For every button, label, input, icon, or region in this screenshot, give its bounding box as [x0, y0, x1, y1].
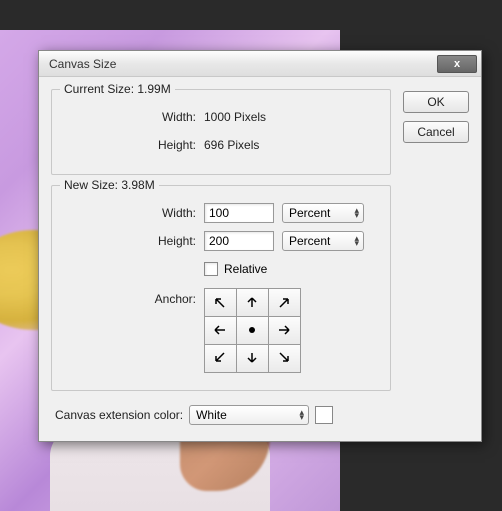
- anchor-se[interactable]: [268, 344, 301, 373]
- cancel-button[interactable]: Cancel: [403, 121, 469, 143]
- anchor-s[interactable]: [236, 344, 269, 373]
- anchor-center-icon: [243, 322, 261, 338]
- relative-label: Relative: [224, 262, 267, 276]
- anchor-label: Anchor:: [64, 288, 204, 306]
- dialog-titlebar[interactable]: Canvas Size x: [39, 51, 481, 77]
- dialog-title: Canvas Size: [49, 57, 437, 71]
- arrow-s-icon: [243, 350, 261, 366]
- new-size-group: New Size: 3.98M Width: Percent▴▾ Height:…: [51, 185, 391, 391]
- extension-color-select[interactable]: White▴▾: [189, 405, 309, 425]
- anchor-ne[interactable]: [268, 288, 301, 317]
- height-unit-select[interactable]: Percent▴▾: [282, 231, 364, 251]
- new-width-label: Width:: [64, 206, 204, 220]
- chevron-icon: ▴▾: [300, 410, 305, 420]
- anchor-grid: [204, 288, 300, 372]
- anchor-sw[interactable]: [204, 344, 237, 373]
- height-input[interactable]: [204, 231, 274, 251]
- current-height-label: Height:: [64, 138, 204, 152]
- arrow-sw-icon: [211, 350, 229, 366]
- ok-button[interactable]: OK: [403, 91, 469, 113]
- close-button[interactable]: x: [437, 55, 477, 73]
- current-size-group: Current Size: 1.99M Width: 1000 Pixels H…: [51, 89, 391, 175]
- anchor-n[interactable]: [236, 288, 269, 317]
- arrow-w-icon: [211, 322, 229, 338]
- arrow-e-icon: [275, 322, 293, 338]
- relative-checkbox[interactable]: [204, 262, 218, 276]
- anchor-w[interactable]: [204, 316, 237, 345]
- new-height-label: Height:: [64, 234, 204, 248]
- chevron-icon: ▴▾: [354, 236, 359, 246]
- arrow-se-icon: [275, 350, 293, 366]
- anchor-center[interactable]: [236, 316, 269, 345]
- arrow-ne-icon: [275, 294, 293, 310]
- arrow-nw-icon: [211, 294, 229, 310]
- current-width-label: Width:: [64, 110, 204, 124]
- arrow-n-icon: [243, 294, 261, 310]
- current-width-value: 1000 Pixels: [204, 110, 266, 124]
- anchor-nw[interactable]: [204, 288, 237, 317]
- anchor-e[interactable]: [268, 316, 301, 345]
- chevron-icon: ▴▾: [354, 208, 359, 218]
- new-size-legend: New Size: 3.98M: [60, 178, 159, 192]
- current-size-legend: Current Size: 1.99M: [60, 82, 175, 96]
- current-height-value: 696 Pixels: [204, 138, 259, 152]
- width-input[interactable]: [204, 203, 274, 223]
- width-unit-select[interactable]: Percent▴▾: [282, 203, 364, 223]
- extension-color-label: Canvas extension color:: [51, 408, 183, 422]
- canvas-size-dialog: Canvas Size x OK Cancel Current Size: 1.…: [38, 50, 482, 442]
- extension-color-swatch[interactable]: [315, 406, 333, 424]
